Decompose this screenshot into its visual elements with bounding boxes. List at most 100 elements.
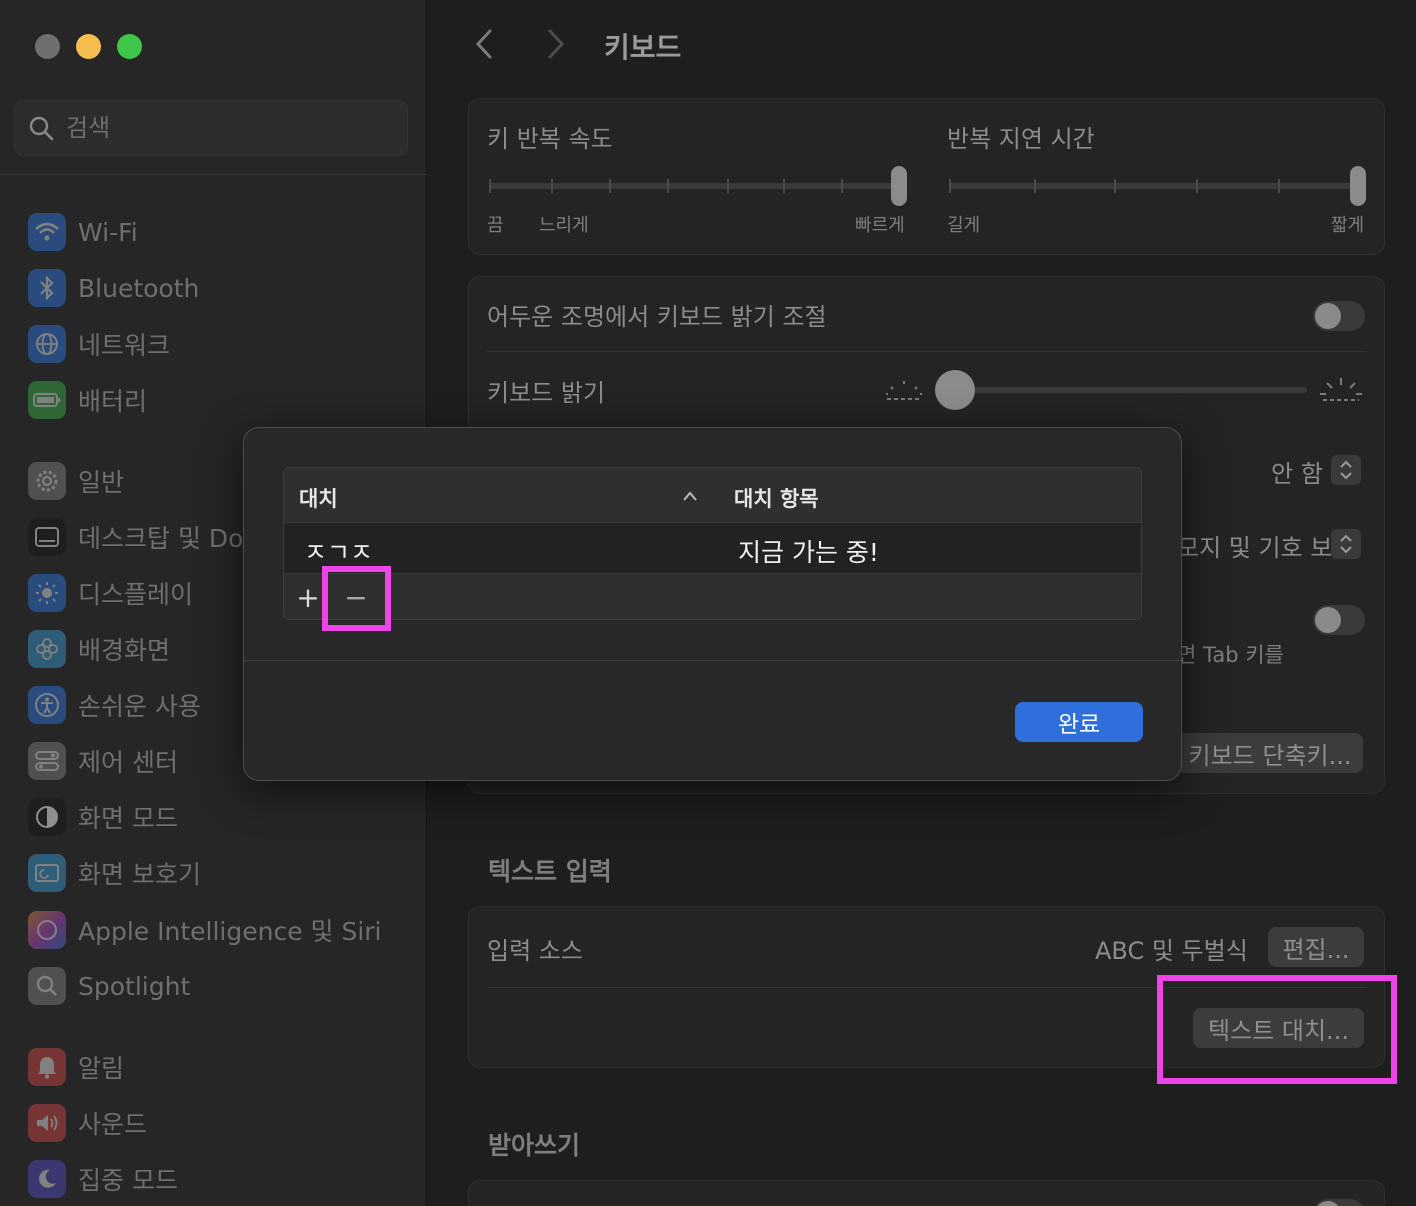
sidebar-item-label: 제어 센터 [78,748,178,777]
key-repeat-rate-label: 키 반복 속도 [487,125,613,153]
search-input[interactable] [66,114,366,142]
back-button[interactable] [466,26,502,62]
column-header-replace[interactable]: 대치 [299,483,338,513]
page-title: 키보드 [604,31,682,64]
keyboard-brightness-label: 키보드 밝기 [487,379,606,407]
table-footer: + − [284,574,1141,619]
brightness-high-icon [1320,378,1362,401]
auto-brightness-label: 어두운 조명에서 키보드 밝기 조절 [487,303,827,331]
chevron-left-icon [475,29,492,59]
auto-off-stepper[interactable] [1331,455,1361,485]
sidebar-divider [0,174,427,175]
sun-icon [28,574,66,612]
magnifier-icon [28,967,66,1005]
bell-icon [28,1048,66,1086]
slider-track [949,183,1363,189]
sidebar-item-apple-intelligence-siri[interactable]: Apple Intelligence 및 Siri [28,910,418,950]
dock-icon [28,518,66,556]
sidebar-item-label: 손쉬운 사용 [78,692,201,721]
slider-tick [489,179,491,193]
done-button[interactable]: 완료 [1015,702,1143,742]
auto-off-value[interactable]: 안 함 [1271,454,1323,489]
row-with-cell[interactable]: 지금 가는 중! [738,533,879,569]
table-header: 대치 대치 항목 [284,468,1141,523]
sidebar-item-screen-saver[interactable]: 화면 보호기 [28,853,418,893]
table-row[interactable]: ㅈㄱㅈ 지금 가는 중! [284,523,1141,574]
moon-icon [28,1160,66,1198]
column-header-with[interactable]: 대치 항목 [734,483,819,513]
slider-track [955,387,1307,393]
keyboard-shortcuts-button[interactable]: 키보드 단축키... [1177,733,1363,773]
search-field[interactable] [14,100,408,156]
sidebar-item-label: 집중 모드 [78,1166,178,1195]
keyboard-navigation-toggle[interactable] [1313,605,1365,635]
wifi-icon [28,213,66,251]
slider-slow-label: 느리게 [539,215,589,236]
close-window-button[interactable] [35,34,60,59]
slider-knob[interactable] [891,166,907,206]
toggles-icon [28,742,66,780]
dialog-divider [244,660,1181,661]
sidebar-item-label: 사운드 [78,1110,148,1139]
replacements-table: 대치 대치 항목 ㅈㄱㅈ 지금 가는 중! + − [283,467,1142,620]
sidebar-item-sound[interactable]: 사운드 [28,1103,418,1143]
keyboard-navigation-description: 면 Tab 키를 [1177,643,1284,667]
sidebar-item-network[interactable]: 네트워크 [28,324,418,364]
row-divider [487,351,1367,352]
text-input-section-title: 텍스트 입력 [488,857,612,886]
sidebar-item-appearance[interactable]: 화면 모드 [28,797,418,837]
slider-tick [1196,179,1198,193]
search-icon [29,116,54,141]
sidebar-item-label: 알림 [78,1054,125,1083]
dictation-toggle[interactable] [1313,1199,1365,1206]
slider-tick [551,179,553,193]
sidebar-item-label: Spotlight [78,971,191,1001]
sort-ascending-icon [683,491,697,501]
bluetooth-icon [28,269,66,307]
slider-short-label: 짧게 [1331,215,1365,236]
siri-icon [28,911,66,949]
sidebar-item-spotlight[interactable]: Spotlight [28,966,418,1006]
delay-until-repeat-label: 반복 지연 시간 [947,125,1095,153]
row-replace-cell[interactable]: ㅈㄱㅈ [304,533,373,569]
highlight-text-replacements [1157,975,1397,1084]
auto-brightness-toggle[interactable] [1313,301,1365,331]
slider-tick [1034,179,1036,193]
sidebar-item-label: Wi-Fi [78,217,138,247]
sidebar-item-bluetooth[interactable]: Bluetooth [28,268,418,308]
slider-knob[interactable] [1350,166,1366,206]
screensaver-icon [28,854,66,892]
slider-tick [1278,179,1280,193]
slider-tick [727,179,729,193]
accessibility-icon [28,686,66,724]
gear-icon [28,462,66,500]
dictation-section-title: 받아쓰기 [488,1131,581,1160]
slider-tick [667,179,669,193]
slider-tick [1114,179,1116,193]
sidebar-item-label: Bluetooth [78,273,200,303]
slider-tick [949,179,951,193]
up-down-chevron-icon [1340,534,1352,554]
zoom-window-button[interactable] [117,34,142,59]
globe-key-value[interactable]: 모지 및 기호 보기 [1177,528,1354,563]
globe-key-stepper[interactable] [1331,529,1361,559]
sidebar-item-label: 일반 [78,468,125,497]
sidebar-item-wifi[interactable]: Wi-Fi [28,212,418,252]
slider-knob[interactable] [935,370,975,410]
forward-button[interactable] [538,26,574,62]
edit-input-sources-button[interactable]: 편집... [1268,927,1364,967]
minimize-window-button[interactable] [76,34,101,59]
sidebar-item-notifications[interactable]: 알림 [28,1047,418,1087]
speaker-icon [28,1104,66,1142]
brightness-low-icon [886,381,922,400]
chevron-right-icon [548,29,565,59]
input-sources-value: ABC 및 두벌식 [1095,937,1248,965]
sidebar-item-battery[interactable]: 배터리 [28,380,418,420]
highlight-remove-button [322,566,391,631]
sidebar-item-label: 네트워크 [78,331,171,360]
sidebar-item-focus[interactable]: 집중 모드 [28,1159,418,1199]
sidebar-item-label: 배터리 [78,387,148,416]
slider-long-label: 길게 [947,215,981,236]
sidebar-item-label: 화면 보호기 [78,860,201,889]
flower-icon [28,630,66,668]
